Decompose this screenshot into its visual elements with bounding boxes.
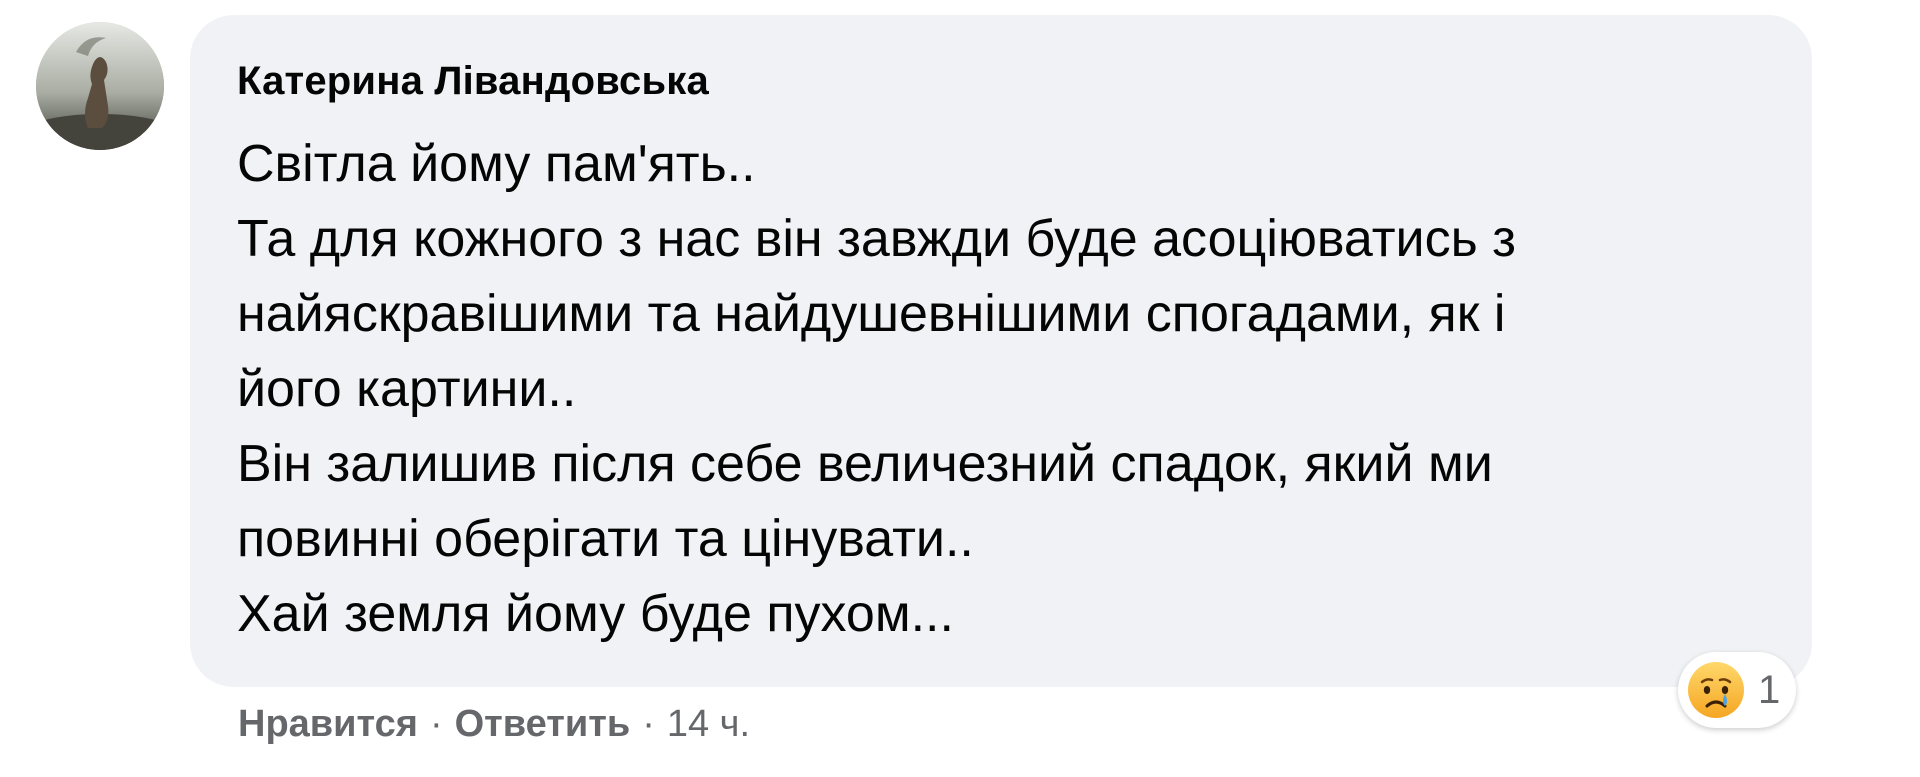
avatar[interactable] <box>36 22 164 150</box>
comment-author-name[interactable]: Катерина Лівандовська <box>237 59 709 104</box>
reaction-summary[interactable]: 1 <box>1678 652 1797 728</box>
comment-line: Світла йому пам'ять.. <box>237 135 756 193</box>
comment-line: Та для кожного з нас він завжди буде асо… <box>237 210 1516 268</box>
avatar-photo <box>36 22 164 150</box>
action-separator: · <box>642 703 655 745</box>
action-separator: · <box>429 703 443 745</box>
comment-line: найяскравішими та найдушевнішими спогада… <box>237 285 1506 343</box>
comment-actions: Нравится · Ответить · 14 ч. <box>238 703 750 746</box>
comment-bubble: Катерина Лівандовська Світла йому пам'ят… <box>190 15 1812 687</box>
reaction-count: 1 <box>1758 667 1781 712</box>
comment-line: Хай земля йому буде пухом... <box>237 585 954 643</box>
sad-reaction-icon <box>1688 662 1744 718</box>
reply-button[interactable]: Ответить <box>455 703 631 746</box>
like-button[interactable]: Нравится <box>238 703 418 746</box>
comment-text: Світла йому пам'ять.. Та для кожного з н… <box>237 127 1777 652</box>
comment-timestamp[interactable]: 14 ч. <box>667 703 750 746</box>
comment-line: повинні оберігати та цінувати.. <box>237 510 974 568</box>
comment-line: його картини.. <box>237 360 577 418</box>
comment-line: Він залишив після себе величезний спадок… <box>237 435 1493 493</box>
